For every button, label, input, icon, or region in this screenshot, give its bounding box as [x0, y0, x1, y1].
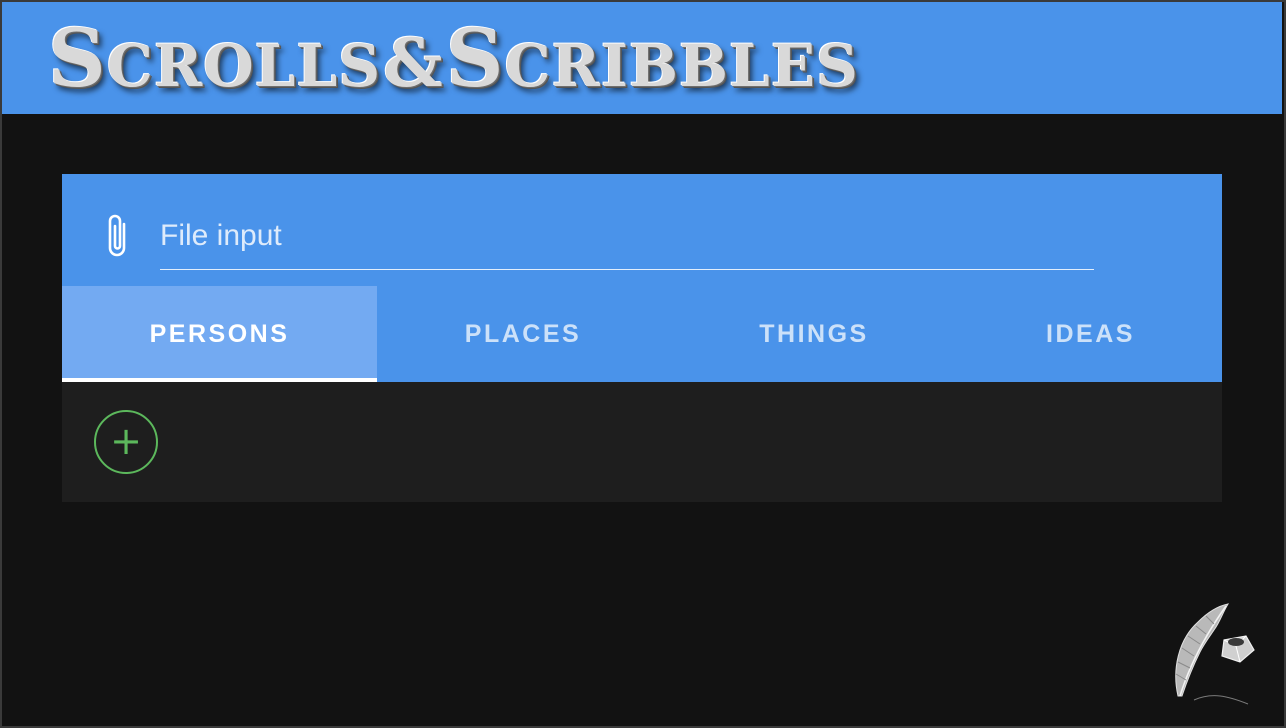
tab-places[interactable]: PLACES [377, 286, 669, 382]
paperclip-icon[interactable] [104, 212, 132, 260]
tab-things[interactable]: THINGS [669, 286, 959, 382]
file-input[interactable] [160, 214, 1094, 258]
logo-ampersand: & [383, 24, 444, 102]
main-card: PERSONS PLACES THINGS IDEAS + [62, 174, 1222, 502]
tab-persons[interactable]: PERSONS [62, 286, 377, 382]
plus-icon: + [110, 419, 142, 463]
tab-ideas[interactable]: IDEAS [959, 286, 1222, 382]
logo-initial-1: S [48, 11, 107, 105]
logo-rest-2: CRIBBLES [504, 32, 859, 100]
card-header: PERSONS PLACES THINGS IDEAS [62, 174, 1222, 382]
file-input-field[interactable] [160, 214, 1094, 270]
category-tabs: PERSONS PLACES THINGS IDEAS [62, 286, 1222, 382]
quill-inkwell-icon [1175, 603, 1255, 705]
add-button[interactable]: + [94, 410, 158, 474]
logo-rest-1: CROLLS [106, 32, 382, 100]
app-header: S CROLLS & S CRIBBLES [2, 2, 1282, 114]
app-logo: S CROLLS & S CRIBBLES [48, 10, 859, 106]
logo-initial-2: S [445, 11, 505, 105]
